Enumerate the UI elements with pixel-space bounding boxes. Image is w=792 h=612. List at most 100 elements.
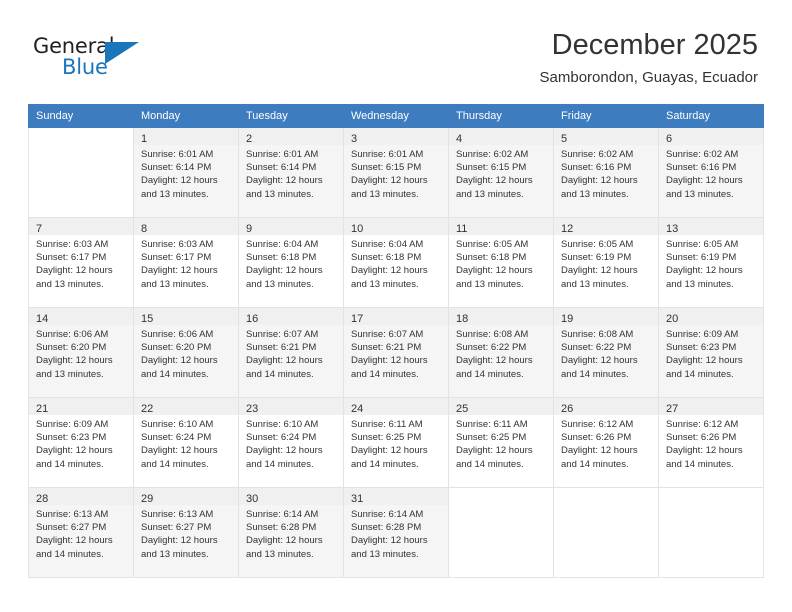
weekday-header-saturday: Saturday: [658, 104, 764, 128]
calendar-day-cell[interactable]: 9 Sunrise: 6:04 AM Sunset: 6:18 PM Daylight…: [238, 217, 344, 308]
day-number-bar: 9: [239, 218, 343, 235]
sunset-text: Sunset: 6:26 PM: [561, 432, 632, 444]
day-details: Sunrise: 6:14 AM Sunset: 6:28 PM Daylight:…: [239, 505, 343, 561]
daylight-text-line1: Daylight: 12 hours: [351, 445, 428, 457]
weekday-header-monday: Monday: [133, 104, 239, 128]
calendar-day-cell[interactable]: 3 Sunrise: 6:01 AM Sunset: 6:15 PM Daylight…: [343, 127, 449, 218]
sunset-text: Sunset: 6:15 PM: [456, 162, 527, 174]
calendar-day-cell[interactable]: 25 Sunrise: 6:11 AM Sunset: 6:25 PM Dayligh…: [448, 397, 554, 488]
day-details: Sunrise: 6:08 AM Sunset: 6:22 PM Daylight:…: [554, 325, 658, 381]
calendar-day-cell[interactable]: 30 Sunrise: 6:14 AM Sunset: 6:28 PM Dayligh…: [238, 487, 344, 578]
daylight-text-line1: Daylight: 12 hours: [456, 445, 533, 457]
sunset-text: Sunset: 6:20 PM: [36, 342, 107, 354]
day-number-bar: 6: [659, 128, 763, 145]
calendar-day-cell[interactable]: 12 Sunrise: 6:05 AM Sunset: 6:19 PM Dayligh…: [553, 217, 659, 308]
daylight-text-line2: and 14 minutes.: [456, 368, 524, 380]
day-details: Sunrise: 6:05 AM Sunset: 6:19 PM Daylight:…: [554, 235, 658, 291]
day-number-bar: 29: [134, 488, 238, 505]
daylight-text-line2: and 14 minutes.: [141, 368, 209, 380]
calendar-day-cell[interactable]: 17 Sunrise: 6:07 AM Sunset: 6:21 PM Dayligh…: [343, 307, 449, 398]
sunset-text: Sunset: 6:23 PM: [666, 342, 737, 354]
calendar-day-cell[interactable]: 2 Sunrise: 6:01 AM Sunset: 6:14 PM Daylight…: [238, 127, 344, 218]
calendar-day-cell[interactable]: 27 Sunrise: 6:12 AM Sunset: 6:26 PM Dayligh…: [658, 397, 764, 488]
page-title: December 2025: [551, 29, 758, 61]
day-details: Sunrise: 6:11 AM Sunset: 6:25 PM Daylight:…: [449, 415, 553, 471]
calendar-day-cell[interactable]: 4 Sunrise: 6:02 AM Sunset: 6:15 PM Daylight…: [448, 127, 554, 218]
title-block: December 2025 Samborondon, Guayas, Ecuad…: [540, 28, 758, 89]
calendar-day-cell[interactable]: 21 Sunrise: 6:09 AM Sunset: 6:23 PM Dayligh…: [28, 397, 134, 488]
sunrise-text: Sunrise: 6:01 AM: [246, 149, 319, 160]
calendar-day-cell[interactable]: 10 Sunrise: 6:04 AM Sunset: 6:18 PM Dayligh…: [343, 217, 449, 308]
calendar-day-cell[interactable]: 7 Sunrise: 6:03 AM Sunset: 6:17 PM Daylight…: [28, 217, 134, 308]
day-details: Sunrise: 6:02 AM Sunset: 6:16 PM Daylight:…: [554, 145, 658, 201]
calendar-week-row: 28 Sunrise: 6:13 AM Sunset: 6:27 PM Dayligh…: [28, 487, 764, 578]
calendar-day-cell[interactable]: 8 Sunrise: 6:03 AM Sunset: 6:17 PM Daylight…: [133, 217, 239, 308]
sunset-text: Sunset: 6:17 PM: [141, 252, 212, 264]
day-number: 28: [36, 493, 49, 505]
day-number-bar: 3: [344, 128, 448, 145]
day-number-bar: 7: [29, 218, 133, 235]
day-number-bar: 20: [659, 308, 763, 325]
daylight-text-line1: Daylight: 12 hours: [561, 265, 638, 277]
calendar-day-cell[interactable]: 14 Sunrise: 6:06 AM Sunset: 6:20 PM Dayligh…: [28, 307, 134, 398]
calendar-day-cell[interactable]: 20 Sunrise: 6:09 AM Sunset: 6:23 PM Dayligh…: [658, 307, 764, 398]
calendar-day-cell[interactable]: 1 Sunrise: 6:01 AM Sunset: 6:14 PM Daylight…: [133, 127, 239, 218]
weekday-header-sunday: Sunday: [28, 104, 134, 128]
daylight-text-line1: Daylight: 12 hours: [456, 175, 533, 187]
day-number-bar: 15: [134, 308, 238, 325]
daylight-text-line1: Daylight: 12 hours: [141, 355, 218, 367]
daylight-text-line1: Daylight: 12 hours: [351, 175, 428, 187]
daylight-text-line2: and 13 minutes.: [561, 188, 629, 200]
daylight-text-line1: Daylight: 12 hours: [561, 445, 638, 457]
day-details: Sunrise: 6:03 AM Sunset: 6:17 PM Daylight:…: [134, 235, 238, 291]
calendar-day-cell[interactable]: 18 Sunrise: 6:08 AM Sunset: 6:22 PM Dayligh…: [448, 307, 554, 398]
day-number-bar: 1: [134, 128, 238, 145]
daylight-text-line1: Daylight: 12 hours: [36, 445, 113, 457]
calendar-day-cell[interactable]: 23 Sunrise: 6:10 AM Sunset: 6:24 PM Dayligh…: [238, 397, 344, 488]
daylight-text-line1: Daylight: 12 hours: [561, 175, 638, 187]
calendar-day-cell[interactable]: 15 Sunrise: 6:06 AM Sunset: 6:20 PM Dayligh…: [133, 307, 239, 398]
calendar-day-cell[interactable]: 16 Sunrise: 6:07 AM Sunset: 6:21 PM Dayligh…: [238, 307, 344, 398]
calendar-day-cell[interactable]: 29 Sunrise: 6:13 AM Sunset: 6:27 PM Dayligh…: [133, 487, 239, 578]
day-number-bar: 21: [29, 398, 133, 415]
calendar-day-cell[interactable]: 6 Sunrise: 6:02 AM Sunset: 6:16 PM Daylight…: [658, 127, 764, 218]
calendar-day-cell[interactable]: 31 Sunrise: 6:14 AM Sunset: 6:28 PM Dayligh…: [343, 487, 449, 578]
day-number: 1: [141, 133, 148, 145]
daylight-text-line2: and 14 minutes.: [246, 458, 314, 470]
calendar-day-cell[interactable]: 13 Sunrise: 6:05 AM Sunset: 6:19 PM Dayligh…: [658, 217, 764, 308]
calendar-page: General Blue December 2025 Samborondon, …: [0, 0, 792, 612]
daylight-text-line2: and 14 minutes.: [141, 458, 209, 470]
daylight-text-line2: and 13 minutes.: [36, 278, 104, 290]
calendar-day-cell[interactable]: 11 Sunrise: 6:05 AM Sunset: 6:18 PM Dayligh…: [448, 217, 554, 308]
daylight-text-line2: and 14 minutes.: [246, 368, 314, 380]
day-number-bar: 18: [449, 308, 553, 325]
calendar-day-cell[interactable]: 19 Sunrise: 6:08 AM Sunset: 6:22 PM Dayligh…: [553, 307, 659, 398]
daylight-text-line1: Daylight: 12 hours: [351, 535, 428, 547]
day-details: Sunrise: 6:14 AM Sunset: 6:28 PM Daylight:…: [344, 505, 448, 561]
day-details: Sunrise: 6:02 AM Sunset: 6:16 PM Daylight:…: [659, 145, 763, 201]
sunrise-text: Sunrise: 6:02 AM: [456, 149, 529, 160]
day-number: 17: [351, 313, 364, 325]
daylight-text-line2: and 13 minutes.: [351, 278, 419, 290]
sunset-text: Sunset: 6:23 PM: [36, 432, 107, 444]
calendar-day-cell[interactable]: 5 Sunrise: 6:02 AM Sunset: 6:16 PM Daylight…: [553, 127, 659, 218]
sunset-text: Sunset: 6:22 PM: [561, 342, 632, 354]
day-details: Sunrise: 6:04 AM Sunset: 6:18 PM Daylight:…: [344, 235, 448, 291]
calendar-header-row: Sunday Monday Tuesday Wednesday Thursday…: [28, 104, 764, 128]
calendar-day-cell[interactable]: 26 Sunrise: 6:12 AM Sunset: 6:26 PM Dayligh…: [553, 397, 659, 488]
calendar-day-cell[interactable]: 28 Sunrise: 6:13 AM Sunset: 6:27 PM Dayligh…: [28, 487, 134, 578]
sunset-text: Sunset: 6:18 PM: [246, 252, 317, 264]
logo-text-blue: Blue: [62, 55, 108, 79]
day-number: 23: [246, 403, 259, 415]
day-number: 16: [246, 313, 259, 325]
sunset-text: Sunset: 6:25 PM: [456, 432, 527, 444]
sunset-text: Sunset: 6:17 PM: [36, 252, 107, 264]
calendar-day-cell[interactable]: 24 Sunrise: 6:11 AM Sunset: 6:25 PM Dayligh…: [343, 397, 449, 488]
sunrise-text: Sunrise: 6:06 AM: [36, 329, 109, 340]
weekday-header-friday: Friday: [553, 104, 659, 128]
calendar-day-cell[interactable]: 22 Sunrise: 6:10 AM Sunset: 6:24 PM Dayligh…: [133, 397, 239, 488]
weekday-header-wednesday: Wednesday: [343, 104, 449, 128]
daylight-text-line1: Daylight: 12 hours: [141, 445, 218, 457]
day-details: Sunrise: 6:11 AM Sunset: 6:25 PM Daylight:…: [344, 415, 448, 471]
sunrise-text: Sunrise: 6:02 AM: [666, 149, 739, 160]
